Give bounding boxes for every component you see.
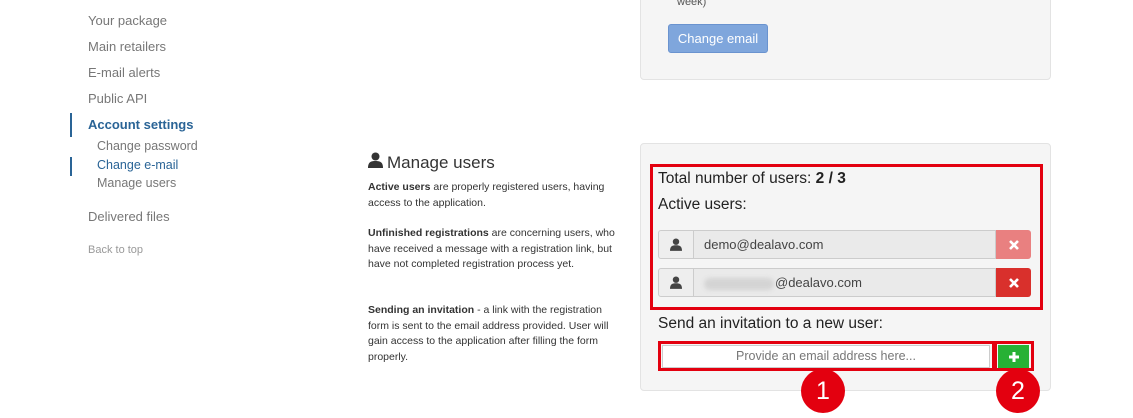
user-icon (670, 276, 682, 289)
user-icon (670, 238, 682, 251)
user-addon (658, 230, 694, 259)
add-invite-button[interactable] (998, 345, 1029, 368)
user-row: @dealavo.com (658, 268, 1031, 297)
times-icon (1008, 239, 1019, 250)
desc-invitation: Sending an invitation - a link with the … (368, 304, 609, 363)
nav-main-retailers[interactable]: Main retailers (88, 39, 166, 54)
times-icon (1008, 277, 1019, 288)
user-icon (368, 152, 383, 173)
week-text: week) (677, 0, 707, 8)
nav-delivered-files[interactable]: Delivered files (88, 209, 170, 224)
active-users-label: Active users: (658, 196, 747, 213)
total-users: Total number of users: 2 / 3 (658, 170, 846, 187)
back-to-top-link[interactable]: Back to top (88, 244, 143, 256)
change-email-card: week) Change email (640, 0, 1051, 80)
desc-unfinished: Unfinished registrations are concerning … (368, 227, 615, 270)
blurred-username (704, 277, 774, 290)
nav-email-alerts[interactable]: E-mail alerts (88, 65, 160, 80)
nav-account-settings[interactable]: Account settings (88, 117, 193, 132)
invite-email-input[interactable]: Provide an email address here... (662, 345, 990, 368)
remove-user-button[interactable] (996, 230, 1031, 259)
sub-active-indicator (70, 157, 72, 176)
annotation-marker-2: 2 (996, 369, 1040, 413)
user-email-field: @dealavo.com (694, 268, 996, 297)
manage-users-heading: Manage users (368, 152, 495, 173)
invite-label: Send an invitation to a new user: (658, 315, 883, 332)
user-row: demo@dealavo.com (658, 230, 1031, 259)
nav-your-package[interactable]: Your package (88, 13, 167, 28)
desc-active-users: Active users are properly registered use… (368, 181, 605, 209)
change-email-button[interactable]: Change email (668, 24, 768, 53)
plus-icon (1008, 351, 1019, 362)
user-addon (658, 268, 694, 297)
annotation-marker-1: 1 (801, 369, 845, 413)
user-email-field: demo@dealavo.com (694, 230, 996, 259)
nav-change-password[interactable]: Change password (97, 139, 198, 153)
nav-change-email[interactable]: Change e-mail (97, 158, 178, 172)
remove-user-button[interactable] (996, 268, 1031, 297)
nav-public-api[interactable]: Public API (88, 91, 147, 106)
nav-manage-users[interactable]: Manage users (97, 176, 176, 190)
manage-users-title: Manage users (387, 152, 495, 172)
active-indicator (70, 113, 72, 137)
